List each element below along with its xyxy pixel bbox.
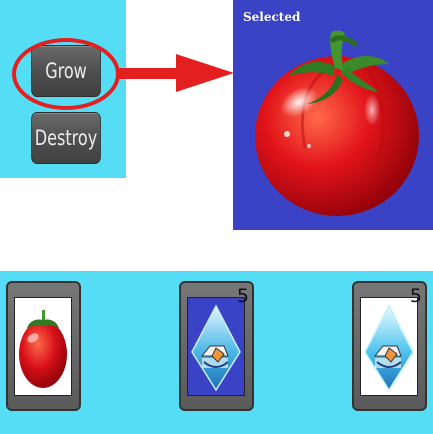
water-drop-seed-icon (191, 304, 241, 392)
card-slot (360, 297, 418, 396)
card-slot (14, 297, 72, 396)
tomato-icon (19, 310, 67, 388)
water-drop-seed-icon (364, 304, 414, 392)
pointer-arrow-icon (118, 54, 234, 92)
selected-panel: Selected (233, 0, 433, 230)
inventory-card-seed-white[interactable]: 5 (352, 281, 427, 411)
destroy-button[interactable]: Destroy (31, 112, 101, 164)
item-count: 5 (409, 285, 422, 307)
selected-tomato-icon (255, 30, 419, 216)
card-slot (187, 297, 245, 396)
inventory-card-tomato[interactable] (6, 281, 81, 411)
inventory-card-seed-blue[interactable]: 5 (179, 281, 254, 411)
grow-highlight-ring (12, 38, 120, 110)
item-count: 5 (236, 285, 249, 307)
